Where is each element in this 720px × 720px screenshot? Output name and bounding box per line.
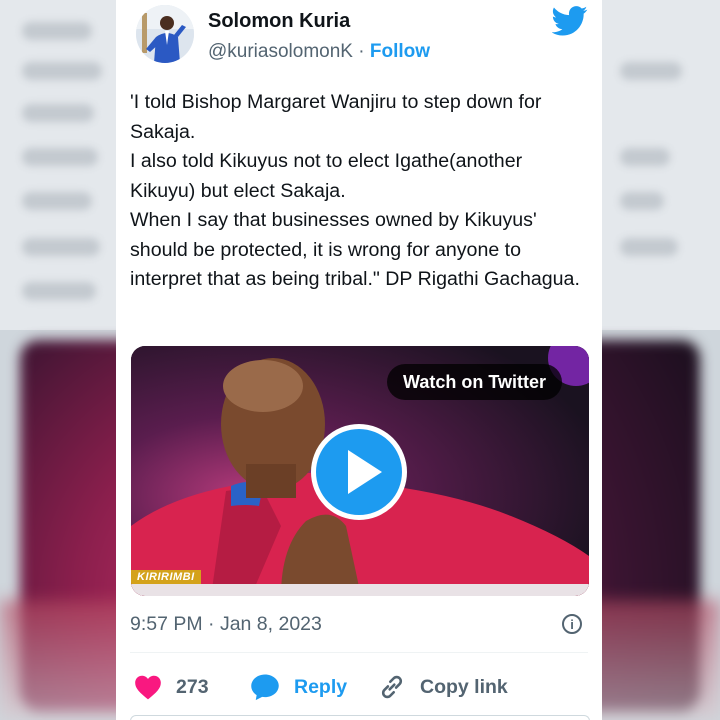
tweet-card[interactable]: Solomon Kuria @kuriasolomonK · Follow 'I… — [116, 0, 602, 720]
channel-tag: KIRIRIMBI — [131, 570, 201, 584]
background-blur-line — [22, 238, 100, 256]
author-handle[interactable]: @kuriasolomonK — [208, 41, 353, 62]
tweet-text-line: I also told Kikuyus not to elect Igathe(… — [130, 150, 523, 202]
tweet-text: 'I told Bishop Margaret Wanjiru to step … — [130, 88, 592, 295]
watch-on-twitter-button[interactable]: Watch on Twitter — [387, 364, 562, 400]
tweet-timestamp[interactable]: 9:57 PM · Jan 8, 2023 — [130, 613, 322, 636]
tweet-text-line: When I say that businesses owned by Kiku… — [130, 209, 580, 290]
handle-row: @kuriasolomonK · Follow — [208, 41, 430, 63]
background-blur-line — [22, 282, 96, 300]
background-blur-line — [22, 104, 94, 122]
divider — [130, 652, 588, 653]
copy-link-button[interactable]: Copy link — [378, 672, 508, 702]
video-player[interactable]: Watch on Twitter KIRIRIMBI — [131, 346, 589, 596]
reply-bubble-icon — [251, 674, 279, 701]
reply-label: Reply — [294, 675, 348, 698]
tweet-text-line: 'I told Bishop Margaret Wanjiru to step … — [130, 91, 542, 143]
copy-link-label: Copy link — [420, 675, 508, 698]
background-blur-line — [22, 148, 98, 166]
background-blur-line — [620, 62, 682, 80]
background-blur-line — [620, 192, 664, 210]
background-blur-line — [22, 22, 92, 40]
like-button[interactable]: 273 — [134, 672, 209, 702]
link-icon — [381, 675, 403, 699]
background-blur-line — [620, 238, 678, 256]
background-blur-line — [22, 62, 102, 80]
background-blur-line — [22, 192, 92, 210]
separator-dot: · — [358, 41, 365, 62]
twitter-bird-icon[interactable] — [552, 6, 588, 36]
play-button[interactable] — [311, 424, 407, 520]
follow-button[interactable]: Follow — [370, 41, 430, 62]
play-icon — [348, 450, 382, 494]
avatar[interactable] — [136, 5, 194, 63]
avatar-photo — [136, 5, 194, 63]
action-bar: 273 Reply Copy link — [130, 672, 588, 702]
heart-icon — [135, 675, 161, 700]
background-blur-line — [620, 148, 670, 166]
info-icon[interactable]: i — [562, 614, 582, 634]
next-card-edge — [130, 715, 590, 720]
likes-count: 273 — [176, 675, 209, 698]
reply-button[interactable]: Reply — [250, 672, 347, 702]
author-name[interactable]: Solomon Kuria — [208, 10, 350, 33]
